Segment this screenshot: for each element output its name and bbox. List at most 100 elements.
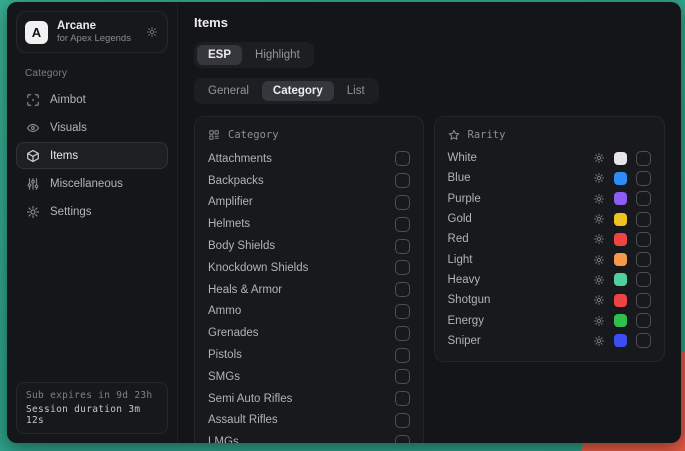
sidebar-item-items[interactable]: Items: [16, 142, 168, 169]
checkbox[interactable]: [395, 173, 410, 188]
sidebar-item-label: Miscellaneous: [50, 178, 123, 190]
gear-icon[interactable]: [593, 233, 605, 245]
category-row-label: Knockdown Shields: [208, 262, 308, 274]
rarity-row-label: Light: [448, 254, 584, 266]
checkbox[interactable]: [395, 391, 410, 406]
checkbox[interactable]: [636, 272, 651, 287]
color-swatch[interactable]: [614, 233, 627, 246]
crosshair-icon: [26, 93, 40, 107]
gear-icon: [26, 205, 40, 219]
category-row-label: Grenades: [208, 327, 259, 339]
category-row-label: Heals & Armor: [208, 284, 282, 296]
gear-icon[interactable]: [593, 335, 605, 347]
category-row: Attachments: [208, 148, 410, 170]
rarity-row: Heavy: [448, 270, 651, 290]
gear-icon[interactable]: [593, 294, 605, 306]
sidebar-item-visuals[interactable]: Visuals: [16, 114, 168, 141]
checkbox[interactable]: [395, 348, 410, 363]
checkbox[interactable]: [395, 435, 410, 443]
brand-title: Arcane: [57, 19, 131, 33]
category-row-label: Backpacks: [208, 175, 264, 187]
checkbox[interactable]: [636, 151, 651, 166]
category-row-label: Helmets: [208, 218, 250, 230]
color-swatch[interactable]: [614, 314, 627, 327]
rarity-panel: Rarity White: [434, 116, 665, 362]
category-row: Body Shields: [208, 235, 410, 257]
mode-tab[interactable]: Highlight: [244, 45, 311, 65]
checkbox[interactable]: [636, 252, 651, 267]
sidebar-item-label: Settings: [50, 206, 92, 218]
checkbox[interactable]: [395, 282, 410, 297]
view-tab[interactable]: List: [336, 81, 376, 101]
category-row: SMGs: [208, 366, 410, 388]
category-rows: Attachments Backpacks Amplifier: [208, 148, 410, 443]
gear-icon[interactable]: [593, 152, 605, 164]
rarity-row: Sniper: [448, 331, 651, 351]
rarity-row-label: Purple: [448, 193, 584, 205]
brand-card: A Arcane for Apex Legends: [16, 11, 168, 53]
category-row-label: Assault Rifles: [208, 414, 278, 426]
rarity-panel-header: Rarity: [448, 125, 651, 145]
sidebar-item-label: Aimbot: [50, 94, 86, 106]
color-swatch[interactable]: [614, 213, 627, 226]
checkbox[interactable]: [636, 171, 651, 186]
app-window: A Arcane for Apex Legends Category Aimbo…: [7, 2, 681, 443]
gear-icon[interactable]: [593, 213, 605, 225]
checkbox[interactable]: [395, 239, 410, 254]
rarity-row: Shotgun: [448, 290, 651, 310]
category-row: Backpacks: [208, 170, 410, 192]
checkbox[interactable]: [395, 413, 410, 428]
sub-expires-text: Sub expires in 9d 23h: [26, 390, 158, 401]
checkbox[interactable]: [636, 191, 651, 206]
color-swatch[interactable]: [614, 294, 627, 307]
rarity-row: Red: [448, 229, 651, 249]
view-tab[interactable]: General: [197, 81, 260, 101]
checkbox[interactable]: [395, 260, 410, 275]
rarity-panel-title: Rarity: [468, 129, 506, 141]
gear-icon[interactable]: [593, 254, 605, 266]
checkbox[interactable]: [395, 369, 410, 384]
checkbox[interactable]: [395, 326, 410, 341]
rarity-row-label: Shotgun: [448, 294, 584, 306]
gear-icon[interactable]: [593, 315, 605, 327]
box-icon: [26, 149, 40, 163]
gear-icon[interactable]: [593, 193, 605, 205]
category-row-label: Ammo: [208, 305, 241, 317]
gear-icon[interactable]: [146, 26, 158, 38]
color-swatch[interactable]: [614, 273, 627, 286]
eye-icon: [26, 121, 40, 135]
view-tab[interactable]: Category: [262, 81, 334, 101]
sidebar-item-settings[interactable]: Settings: [16, 198, 168, 225]
sidebar-item-aimbot[interactable]: Aimbot: [16, 86, 168, 113]
checkbox[interactable]: [395, 304, 410, 319]
gear-icon[interactable]: [593, 274, 605, 286]
rarity-row: Blue: [448, 168, 651, 188]
brand-subtitle: for Apex Legends: [57, 33, 131, 45]
checkbox[interactable]: [395, 195, 410, 210]
grid-icon: [208, 129, 220, 141]
checkbox[interactable]: [636, 313, 651, 328]
rarity-row-label: Energy: [448, 315, 584, 327]
checkbox[interactable]: [395, 151, 410, 166]
category-row: Heals & Armor: [208, 279, 410, 301]
checkbox[interactable]: [395, 217, 410, 232]
checkbox[interactable]: [636, 232, 651, 247]
category-row-label: Semi Auto Rifles: [208, 393, 292, 405]
color-swatch[interactable]: [614, 253, 627, 266]
session-duration-text: Session duration 3m 12s: [26, 404, 158, 426]
category-row: Helmets: [208, 213, 410, 235]
view-tabs: General Category List: [194, 78, 379, 104]
checkbox[interactable]: [636, 293, 651, 308]
star-icon: [448, 129, 460, 141]
color-swatch[interactable]: [614, 172, 627, 185]
color-swatch[interactable]: [614, 152, 627, 165]
color-swatch[interactable]: [614, 334, 627, 347]
rarity-row: Light: [448, 249, 651, 269]
color-swatch[interactable]: [614, 192, 627, 205]
checkbox[interactable]: [636, 212, 651, 227]
checkbox[interactable]: [636, 333, 651, 348]
page-title: Items: [194, 15, 665, 30]
sidebar-item-miscellaneous[interactable]: Miscellaneous: [16, 170, 168, 197]
gear-icon[interactable]: [593, 172, 605, 184]
mode-tab[interactable]: ESP: [197, 45, 242, 65]
